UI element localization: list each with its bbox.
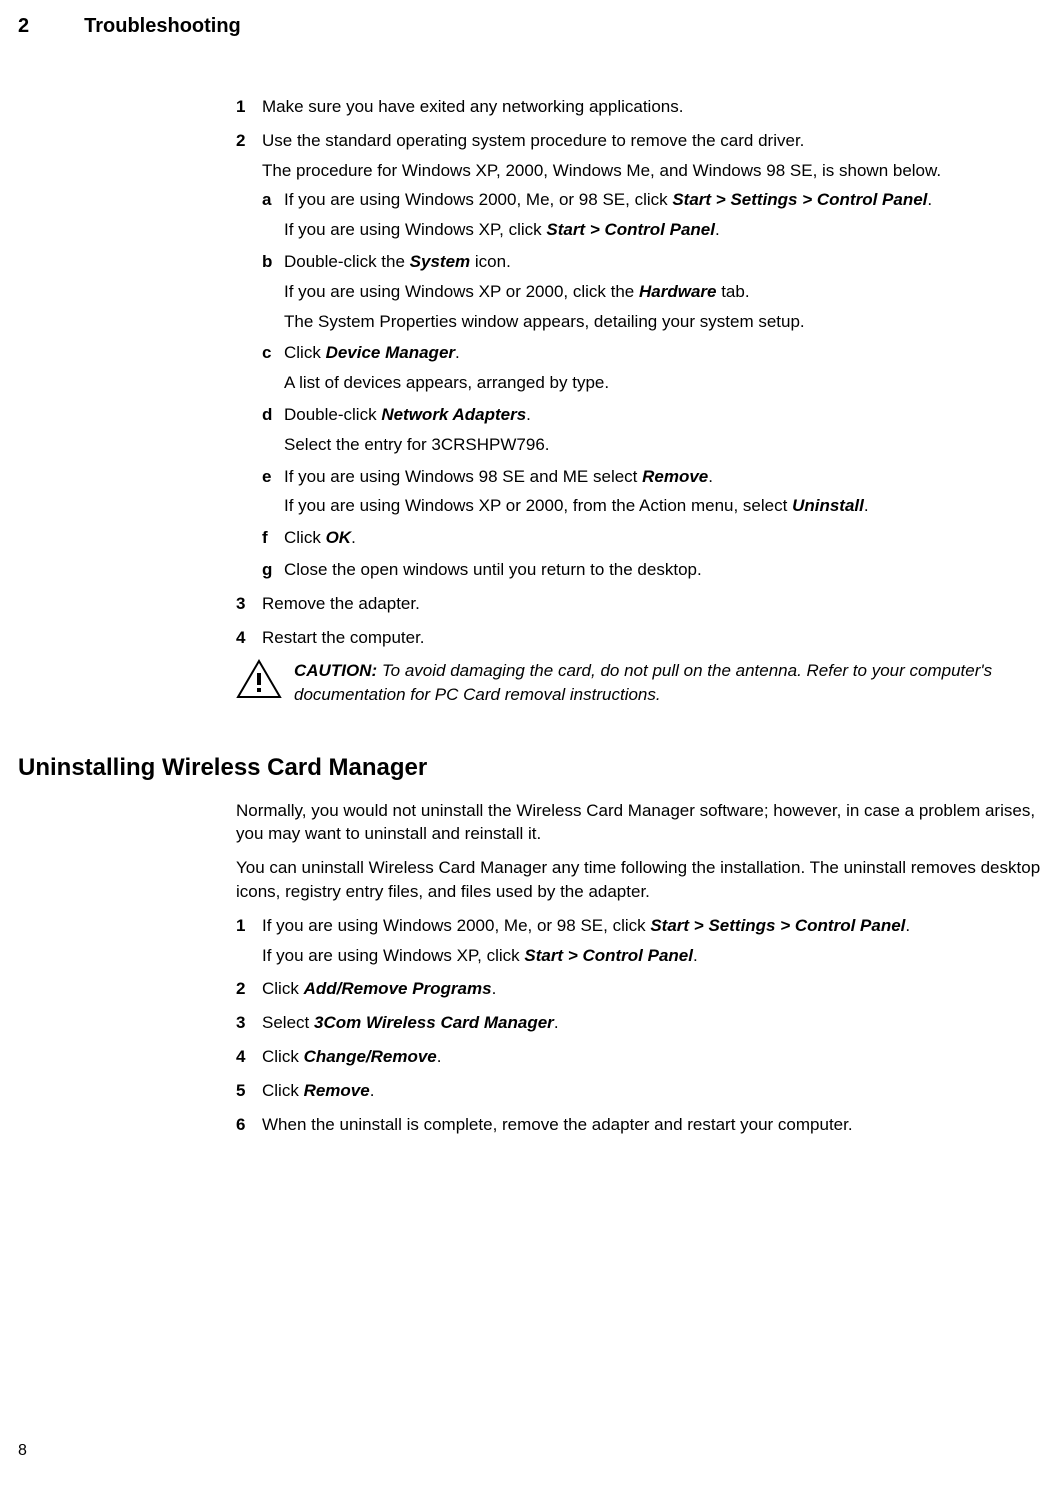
step-text: Remove the adapter. <box>262 594 420 613</box>
substep-text: The System Properties window appears, de… <box>284 310 1041 334</box>
substep-marker: b <box>262 250 272 274</box>
chapter-title: Troubleshooting <box>84 12 241 40</box>
step-text: Select 3Com Wireless Card Manager. <box>262 1013 559 1032</box>
substep-text: Select the entry for 3CRSHPW796. <box>284 433 1041 457</box>
substep-a: a If you are using Windows 2000, Me, or … <box>262 188 1041 242</box>
step-marker: 4 <box>236 626 245 650</box>
substep-marker: g <box>262 558 272 582</box>
step-5: 5 Click Remove. <box>236 1079 1041 1103</box>
substep-marker: a <box>262 188 271 212</box>
substep-b: b Double-click the System icon. If you a… <box>262 250 1041 333</box>
substep-text: If you are using Windows 2000, Me, or 98… <box>284 188 1041 212</box>
substep-text: Double-click the System icon. <box>284 250 1041 274</box>
step-4: 4 Restart the computer. <box>236 626 1041 650</box>
page-number: 8 <box>18 1440 27 1462</box>
substep-text: If you are using Windows 98 SE and ME se… <box>284 465 1041 489</box>
step-marker: 2 <box>236 977 245 1001</box>
step-1: 1 If you are using Windows 2000, Me, or … <box>236 914 1041 968</box>
step-text: Click Add/Remove Programs. <box>262 979 496 998</box>
intro-paragraph: Normally, you would not uninstall the Wi… <box>236 799 1041 847</box>
substep-d: d Double-click Network Adapters. Select … <box>262 403 1041 457</box>
step-1: 1 Make sure you have exited any networki… <box>236 95 1041 119</box>
step-text: Use the standard operating system proced… <box>262 129 1041 153</box>
step-text: Restart the computer. <box>262 628 425 647</box>
step-text: When the uninstall is complete, remove t… <box>262 1115 853 1134</box>
step-6: 6 When the uninstall is complete, remove… <box>236 1113 1041 1137</box>
page-header: 2 Troubleshooting <box>18 12 1041 40</box>
step-marker: 1 <box>236 914 245 938</box>
main-content: 1 Make sure you have exited any networki… <box>236 95 1041 707</box>
substep-text: If you are using Windows XP or 2000, fro… <box>284 494 1041 518</box>
caution-triangle-icon <box>236 659 282 699</box>
substep-list: a If you are using Windows 2000, Me, or … <box>262 188 1041 581</box>
step-text: Click Change/Remove. <box>262 1047 442 1066</box>
step-marker: 2 <box>236 129 245 153</box>
substep-text: Click OK. <box>284 526 1041 550</box>
step-text: If you are using Windows 2000, Me, or 98… <box>262 914 1041 938</box>
step-text: The procedure for Windows XP, 2000, Wind… <box>262 159 1041 183</box>
section-2-content: Normally, you would not uninstall the Wi… <box>236 799 1041 1137</box>
substep-text: If you are using Windows XP, click Start… <box>284 218 1041 242</box>
intro-paragraph: You can uninstall Wireless Card Manager … <box>236 856 1041 904</box>
procedure-list-1: 1 Make sure you have exited any networki… <box>236 95 1041 649</box>
substep-text: If you are using Windows XP or 2000, cli… <box>284 280 1041 304</box>
substep-text: Click Device Manager. <box>284 341 1041 365</box>
substep-text: A list of devices appears, arranged by t… <box>284 371 1041 395</box>
substep-marker: e <box>262 465 271 489</box>
caution-box: CAUTION: To avoid damaging the card, do … <box>236 659 1041 707</box>
substep-marker: f <box>262 526 268 550</box>
step-marker: 3 <box>236 592 245 616</box>
substep-e: e If you are using Windows 98 SE and ME … <box>262 465 1041 519</box>
substep-marker: d <box>262 403 272 427</box>
substep-g: g Close the open windows until you retur… <box>262 558 1041 582</box>
substep-text: Double-click Network Adapters. <box>284 403 1041 427</box>
step-marker: 4 <box>236 1045 245 1069</box>
step-marker: 5 <box>236 1079 245 1103</box>
step-text: If you are using Windows XP, click Start… <box>262 944 1041 968</box>
step-4: 4 Click Change/Remove. <box>236 1045 1041 1069</box>
step-marker: 6 <box>236 1113 245 1137</box>
step-3: 3 Select 3Com Wireless Card Manager. <box>236 1011 1041 1035</box>
chapter-number: 2 <box>18 12 29 40</box>
step-3: 3 Remove the adapter. <box>236 592 1041 616</box>
substep-text: Close the open windows until you return … <box>284 560 702 579</box>
section-heading-uninstall: Uninstalling Wireless Card Manager <box>18 751 1041 785</box>
substep-marker: c <box>262 341 271 365</box>
caution-label: CAUTION: <box>294 661 377 680</box>
step-text: Click Remove. <box>262 1081 374 1100</box>
caution-text: CAUTION: To avoid damaging the card, do … <box>294 659 1041 707</box>
substep-f: f Click OK. <box>262 526 1041 550</box>
step-text: Make sure you have exited any networking… <box>262 97 683 116</box>
step-marker: 3 <box>236 1011 245 1035</box>
substep-c: c Click Device Manager. A list of device… <box>262 341 1041 395</box>
procedure-list-2: 1 If you are using Windows 2000, Me, or … <box>236 914 1041 1137</box>
step-2: 2 Click Add/Remove Programs. <box>236 977 1041 1001</box>
step-2: 2 Use the standard operating system proc… <box>236 129 1041 582</box>
step-marker: 1 <box>236 95 245 119</box>
